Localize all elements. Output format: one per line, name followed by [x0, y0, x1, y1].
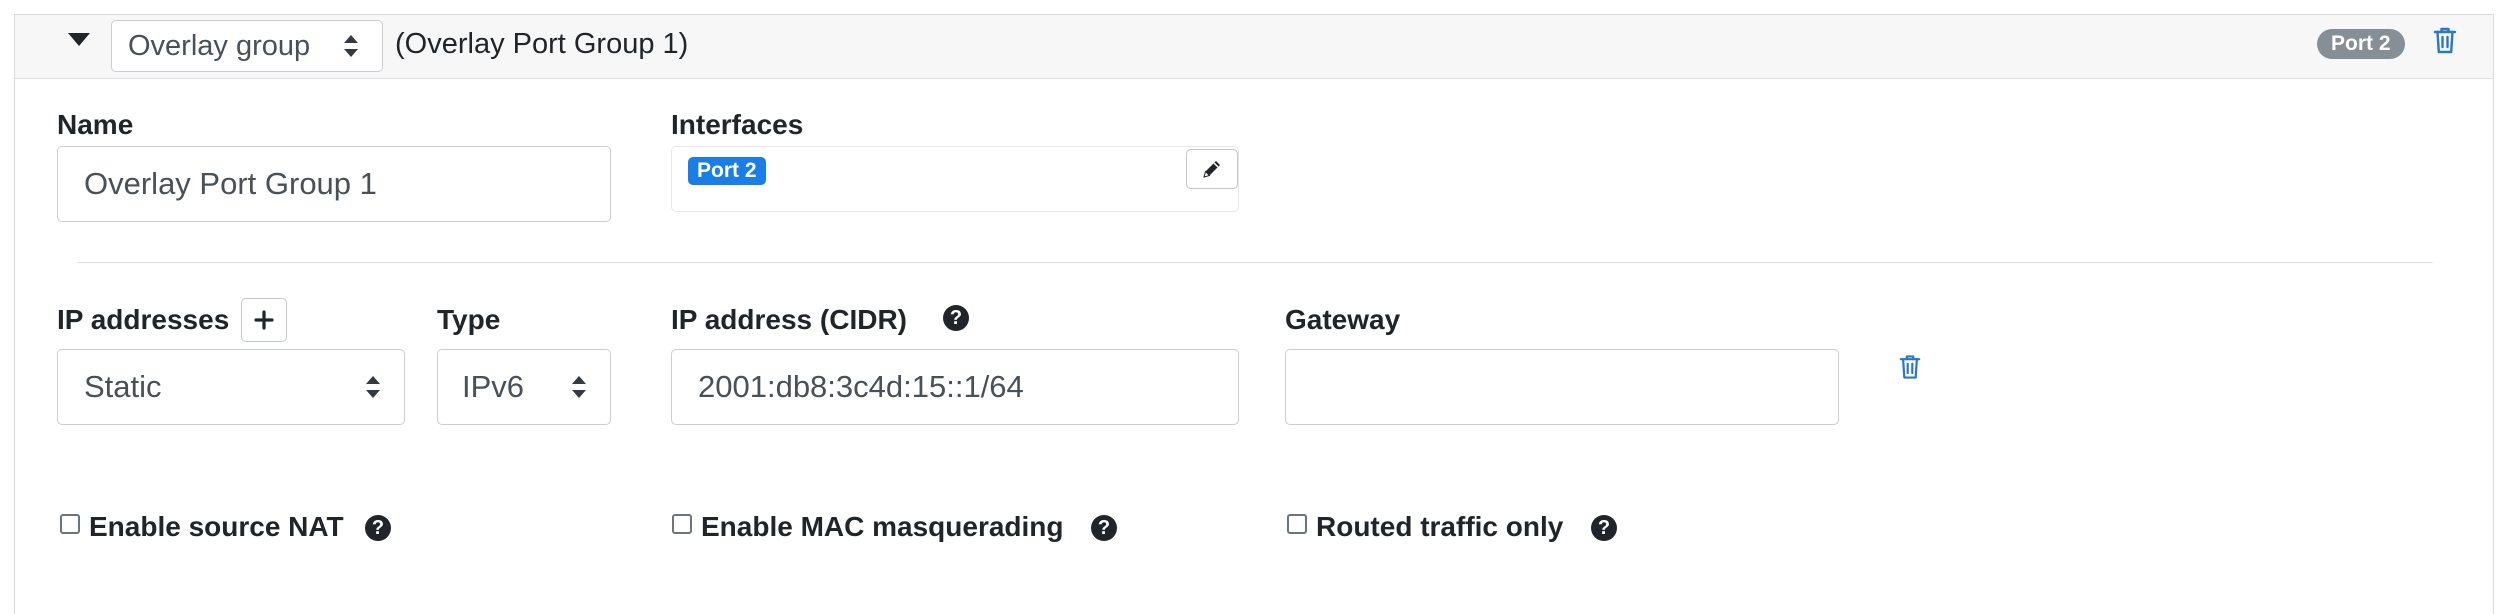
- plus-icon: [254, 310, 274, 330]
- routed-traffic-help-icon[interactable]: ?: [1591, 515, 1617, 541]
- collapse-toggle-icon[interactable]: [68, 33, 90, 46]
- type-label: Type: [437, 304, 501, 335]
- ip-cidr-label: IP address (CIDR): [671, 304, 907, 335]
- group-title: (Overlay Port Group 1): [395, 28, 689, 60]
- port-badge: Port 2: [2317, 29, 2405, 59]
- gateway-input[interactable]: [1285, 349, 1839, 425]
- name-input-value: Overlay Port Group 1: [84, 166, 377, 201]
- ip-mode-select[interactable]: Static: [57, 349, 405, 425]
- ip-type-select-value: IPv6: [462, 369, 525, 404]
- interface-badge: Port 2: [688, 157, 766, 185]
- mac-masquerading-help-icon[interactable]: ?: [1091, 515, 1117, 541]
- add-ip-address-button[interactable]: [241, 298, 287, 342]
- card-header: Overlay group (Overlay Port Group 1) Por…: [15, 15, 2493, 79]
- routed-traffic-label: Routed traffic only: [1316, 511, 1564, 542]
- ip-addresses-label: IP addresses: [57, 304, 230, 335]
- group-type-select[interactable]: Overlay group: [111, 20, 383, 72]
- port-group-card: Overlay group (Overlay Port Group 1) Por…: [14, 14, 2494, 614]
- interfaces-label: Interfaces: [671, 109, 804, 140]
- group-type-select-value: Overlay group: [128, 29, 311, 62]
- ip-cidr-input[interactable]: 2001:db8:3c4d:15::1/64: [671, 349, 1239, 425]
- source-nat-label: Enable source NAT: [89, 511, 344, 542]
- pencil-icon: [1203, 161, 1220, 178]
- section-divider: [77, 262, 2433, 263]
- edit-interfaces-button[interactable]: [1186, 149, 1238, 189]
- select-arrows-icon: [344, 35, 358, 57]
- delete-ip-trash-icon[interactable]: [1899, 353, 1921, 386]
- select-arrows-icon: [366, 376, 380, 398]
- gateway-label: Gateway: [1285, 304, 1401, 335]
- name-input[interactable]: Overlay Port Group 1: [57, 146, 611, 222]
- routed-traffic-checkbox[interactable]: [1287, 514, 1307, 534]
- ip-type-select[interactable]: IPv6: [437, 349, 611, 425]
- source-nat-help-icon[interactable]: ?: [365, 515, 391, 541]
- source-nat-checkbox[interactable]: [60, 514, 80, 534]
- ip-cidr-input-value: 2001:db8:3c4d:15::1/64: [698, 369, 1024, 404]
- mac-masquerading-checkbox[interactable]: [672, 514, 692, 534]
- interfaces-box: Port 2: [671, 146, 1239, 212]
- select-arrows-icon: [572, 376, 586, 398]
- ip-cidr-help-icon[interactable]: ?: [943, 305, 969, 331]
- delete-group-trash-icon[interactable]: [2433, 26, 2457, 60]
- mac-masquerading-label: Enable MAC masquerading: [701, 511, 1064, 542]
- ip-mode-select-value: Static: [84, 369, 162, 404]
- name-label: Name: [57, 109, 134, 140]
